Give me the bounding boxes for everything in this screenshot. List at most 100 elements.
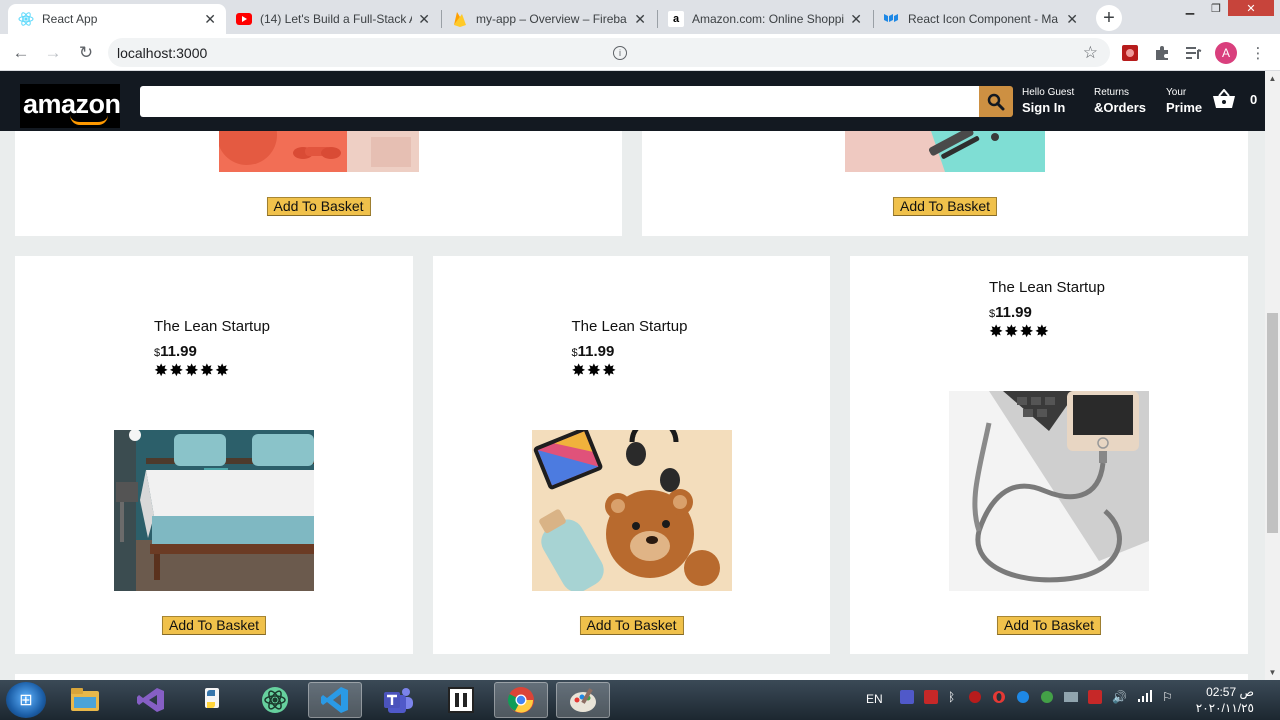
close-icon[interactable]: ✕: [204, 11, 216, 28]
prime-option[interactable]: Your Prime: [1166, 87, 1202, 117]
page-scrollbar[interactable]: ▲ ▼: [1265, 71, 1280, 680]
product-price: $11.99: [572, 343, 692, 360]
tab-amazon[interactable]: a Amazon.com: Online Shoppi ✕: [658, 4, 872, 34]
signal-icon[interactable]: [1138, 690, 1152, 705]
close-icon[interactable]: ✕: [418, 11, 430, 28]
add-to-basket-button[interactable]: Add To Basket: [161, 616, 267, 635]
product-info: The Lean Startup $11.99 ✸ ✸ ✸ ✸ ✸: [154, 318, 274, 379]
extensions-puzzle-icon[interactable]: [1152, 43, 1172, 63]
tab-title: (14) Let's Build a Full-Stack A: [260, 12, 413, 26]
scroll-up-arrow-icon[interactable]: ▲: [1265, 71, 1280, 86]
star-icon: ✸: [1004, 322, 1019, 341]
price-value: 11.99: [995, 304, 1032, 321]
visual-studio-icon[interactable]: [124, 682, 178, 718]
add-to-basket-button[interactable]: Add To Basket: [892, 197, 998, 216]
media-queue-icon[interactable]: [1184, 43, 1204, 63]
flag-icon[interactable]: ⚐: [1162, 690, 1173, 704]
product-image: [531, 430, 732, 591]
browser-toolbar: ← → ↻ i localhost:3000 ☆ A ⋮: [0, 34, 1280, 71]
basket-button[interactable]: 0: [1212, 89, 1257, 109]
firebase-icon: [452, 11, 468, 27]
add-to-basket-button[interactable]: Add To Basket: [266, 197, 371, 216]
extension-red-icon[interactable]: [1120, 43, 1140, 63]
site-info-icon[interactable]: i: [613, 45, 627, 60]
tab-title: Amazon.com: Online Shoppi: [692, 12, 845, 26]
search-button[interactable]: [979, 86, 1013, 117]
forward-arrow-icon[interactable]: →: [42, 42, 64, 64]
browser-tab-strip: React App ✕ (14) Let's Build a Full-Stac…: [0, 0, 1280, 34]
returns-orders-option[interactable]: Returns &Orders: [1094, 87, 1146, 117]
back-arrow-icon[interactable]: ←: [10, 42, 32, 64]
material-ui-icon: [884, 11, 900, 27]
python-icon[interactable]: [186, 682, 240, 718]
product-card: Add To Basket: [15, 131, 622, 236]
menu-kebab-icon[interactable]: ⋮: [1248, 43, 1268, 63]
add-to-basket-button[interactable]: Add To Basket: [996, 616, 1102, 635]
option-line-two: Prime: [1166, 100, 1203, 115]
paint-icon[interactable]: [556, 682, 610, 718]
action-center-icon[interactable]: [1088, 690, 1102, 707]
chrome-icon[interactable]: [494, 682, 548, 718]
reload-icon[interactable]: ↻: [75, 42, 97, 64]
tab-react-app[interactable]: React App ✕: [8, 4, 226, 34]
star-icon: ✸: [989, 322, 1004, 341]
search-input[interactable]: [140, 86, 979, 117]
window-close-icon[interactable]: ✕: [1228, 0, 1274, 16]
shopping-basket-icon: [1213, 89, 1235, 108]
star-icon: ✸: [1019, 322, 1034, 341]
star-icon: ✸: [571, 361, 586, 380]
amazon-logo[interactable]: amazon: [20, 84, 121, 128]
profile-avatar[interactable]: A: [1215, 42, 1237, 64]
system-clock[interactable]: 02:57 ص ٢٠٢٠/١١/٢٥: [1184, 684, 1254, 716]
sign-in-option[interactable]: Hello Guest Sign In: [1022, 87, 1074, 117]
defender-tray-icon[interactable]: [1040, 690, 1054, 707]
clock-date: ٢٠٢٠/١١/٢٥: [1195, 701, 1254, 715]
product-price: $11.99: [154, 343, 274, 360]
product-image: [845, 131, 1045, 172]
react-icon: [18, 11, 34, 27]
tab-firebase[interactable]: my-app – Overview – Fireba ✕: [442, 4, 656, 34]
amazon-header: amazon Hello Guest Sign In Returns &Orde…: [0, 71, 1265, 131]
skype-tray-icon[interactable]: [1016, 690, 1030, 707]
restore-icon[interactable]: ❐: [1202, 0, 1230, 16]
storage-tray-icon[interactable]: [1064, 690, 1078, 707]
youtube-icon: [236, 11, 252, 27]
product-card: The Lean Startup $11.99 ✸ ✸ ✸ ✸ Add To B…: [850, 256, 1248, 654]
scroll-down-arrow-icon[interactable]: ▼: [1265, 665, 1280, 680]
pdf-tray-icon[interactable]: [924, 690, 938, 707]
product-title: The Lean Startup: [989, 279, 1105, 296]
close-icon[interactable]: ✕: [1066, 11, 1078, 28]
opera-tray-icon[interactable]: [992, 690, 1006, 707]
file-explorer-icon[interactable]: [58, 682, 112, 718]
tab-material-ui[interactable]: React Icon Component - Ma ✕: [874, 4, 1088, 34]
option-line-one: Returns: [1094, 87, 1130, 98]
microsoft-teams-icon[interactable]: [372, 682, 426, 718]
close-icon[interactable]: ✕: [634, 11, 646, 28]
clock-time: 02:57 ص: [1206, 685, 1254, 699]
add-to-basket-button[interactable]: Add To Basket: [579, 616, 684, 635]
basket-count: 0: [1250, 91, 1258, 107]
windows-taskbar: ⊞ EN ᛒ 🔊 ⚐ 02:57 ص ٢٠٢٠/١١/٢٥: [0, 680, 1280, 720]
address-bar[interactable]: i localhost:3000 ☆: [108, 38, 1110, 67]
atom-icon[interactable]: [248, 682, 302, 718]
product-image: [218, 131, 419, 172]
star-icon: ✸: [169, 361, 184, 380]
language-indicator[interactable]: EN: [866, 692, 883, 706]
scroll-thumb[interactable]: [1267, 313, 1278, 533]
option-line-one: Hello Guest: [1022, 87, 1075, 98]
bookmark-star-icon[interactable]: ☆: [1083, 43, 1098, 63]
notepad-app-icon[interactable]: [434, 682, 488, 718]
network-tray-icon[interactable]: [968, 690, 982, 707]
tab-title: my-app – Overview – Fireba: [476, 12, 627, 26]
vscode-icon[interactable]: [308, 682, 362, 718]
bluetooth-icon[interactable]: ᛒ: [948, 690, 955, 704]
product-image: [949, 391, 1149, 591]
teams-tray-icon[interactable]: [900, 690, 914, 707]
volume-icon[interactable]: 🔊: [1112, 690, 1127, 704]
minimize-icon[interactable]: ▁: [1176, 0, 1204, 16]
option-line-one: Your: [1166, 87, 1187, 98]
new-tab-plus-icon[interactable]: +: [1096, 5, 1122, 31]
windows-start-icon[interactable]: ⊞: [6, 682, 46, 718]
close-icon[interactable]: ✕: [850, 11, 862, 28]
tab-youtube[interactable]: (14) Let's Build a Full-Stack A ✕: [226, 4, 440, 34]
